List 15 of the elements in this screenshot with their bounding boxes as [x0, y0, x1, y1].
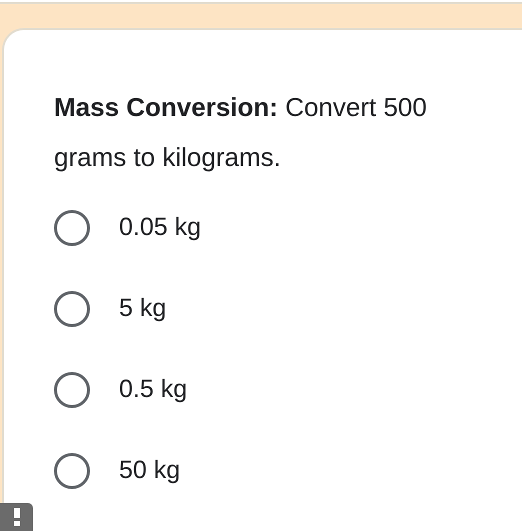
answer-option[interactable]: 5 kg	[54, 291, 502, 327]
answer-option[interactable]: 0.5 kg	[54, 372, 502, 408]
option-label: 5 kg	[119, 293, 166, 324]
option-label: 0.5 kg	[119, 374, 188, 406]
answer-option[interactable]: 50 kg	[54, 453, 502, 489]
radio-button[interactable]	[54, 453, 90, 489]
question-text: Mass Conversion: Convert 500 grams to kilograms.	[54, 91, 428, 174]
answer-option[interactable]: 0.05 kg	[54, 210, 502, 246]
alert-badge[interactable]	[0, 503, 33, 531]
option-label: 0.05 kg	[119, 212, 202, 244]
radio-button[interactable]	[54, 210, 90, 246]
option-label: 50 kg	[119, 455, 180, 486]
exclamation-icon	[14, 508, 20, 526]
radio-button[interactable]	[54, 291, 90, 327]
radio-button[interactable]	[54, 372, 90, 408]
